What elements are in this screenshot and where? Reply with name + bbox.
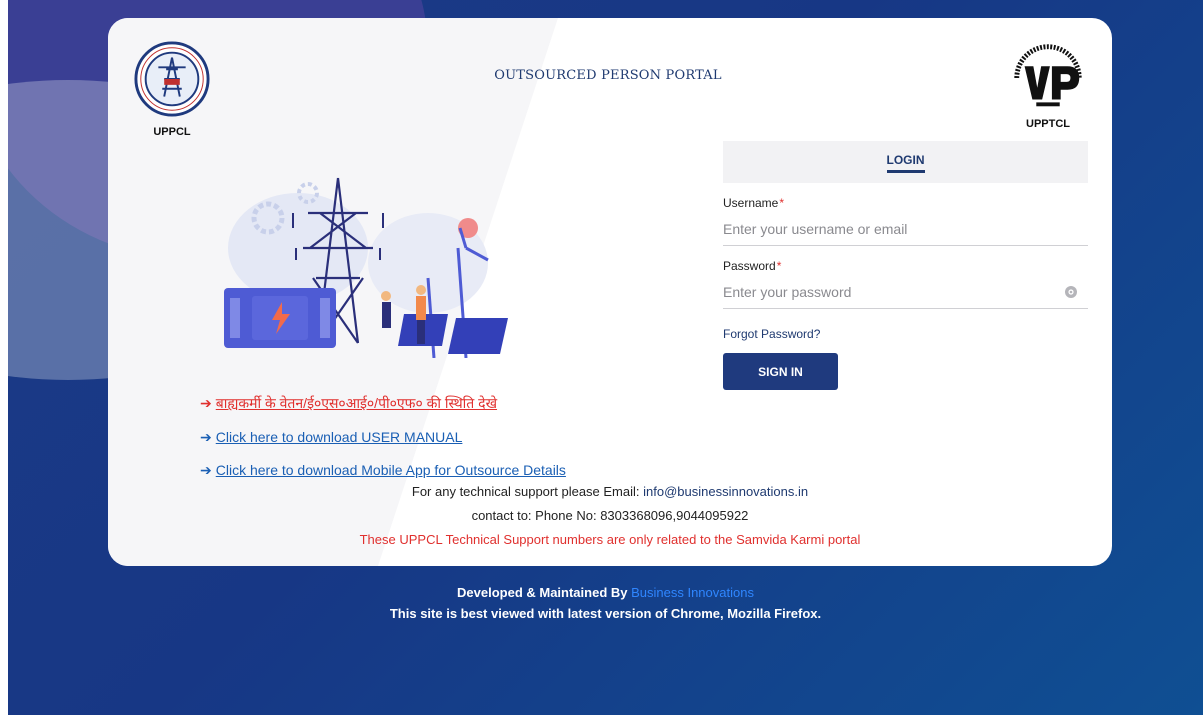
username-field-wrapper xyxy=(723,214,1088,246)
upptcl-logo: UPPTCL xyxy=(1006,44,1090,130)
support-email-line: For any technical support please Email: … xyxy=(108,484,1112,499)
mobile-app-link[interactable]: ➔ Click here to download Mobile App for O… xyxy=(200,462,566,479)
tab-login[interactable]: LOGIN xyxy=(723,141,1088,183)
footer-developed-prefix: Developed & Maintained By xyxy=(457,585,632,600)
password-field-wrapper xyxy=(723,277,1088,309)
username-input[interactable] xyxy=(723,214,1088,244)
arrow-right-icon: ➔ xyxy=(200,462,212,478)
required-mark: * xyxy=(776,259,782,273)
username-label-text: Username xyxy=(723,196,779,210)
footer-brand-link[interactable]: Business Innovations xyxy=(631,585,754,600)
support-email-prefix: For any technical support please Email: xyxy=(411,484,644,499)
power-tower-illustration xyxy=(224,177,508,358)
salary-status-link[interactable]: ➔ बाह्यकर्मी के वेतन/ई०एस०आई०/पी०एफ० की स… xyxy=(200,394,566,413)
footer-browser-note: This site is best viewed with latest ver… xyxy=(389,606,822,621)
arrow-right-icon: ➔ xyxy=(200,429,212,445)
support-phone-line: contact to: Phone No: 8303368096,9044095… xyxy=(471,508,749,523)
sign-in-button[interactable]: SIGN IN xyxy=(723,353,838,390)
footer-developed-line: Developed & Maintained By Business Innov… xyxy=(8,585,1203,600)
login-form: LOGIN Username* Password* Forgot Passwor… xyxy=(723,141,1088,390)
support-notice: These UPPCL Technical Support numbers ar… xyxy=(359,532,861,547)
user-manual-link-text: Click here to download USER MANUAL xyxy=(215,429,463,445)
arrow-right-icon: ➔ xyxy=(200,395,212,411)
support-email: info@businessinnovations.in xyxy=(643,484,809,499)
quick-links: ➔ बाह्यकर्मी के वेतन/ई०एस०आई०/पी०एफ० की स… xyxy=(200,394,566,495)
page-title: OUTSOURCED PERSON PORTAL xyxy=(494,68,722,83)
upptcl-emblem xyxy=(1014,44,1082,107)
tab-login-label: LOGIN xyxy=(886,153,925,173)
required-mark: * xyxy=(779,196,785,210)
salary-status-link-text: बाह्यकर्मी के वेतन/ई०एस०आई०/पी०एफ० की स्… xyxy=(215,395,498,411)
upptcl-caption: UPPTCL xyxy=(1026,118,1070,130)
password-label-text: Password xyxy=(723,259,776,273)
password-label: Password* xyxy=(723,259,1088,273)
password-input[interactable] xyxy=(723,277,1088,307)
login-card: UPPCL OUTSOURCED PERSON PORTAL UPPTCL ➔ … xyxy=(108,18,1112,566)
mobile-app-link-text: Click here to download Mobile App for Ou… xyxy=(215,462,566,478)
eye-icon[interactable] xyxy=(1064,285,1078,299)
user-manual-link[interactable]: ➔ Click here to download USER MANUAL xyxy=(200,429,566,446)
username-label: Username* xyxy=(723,196,1088,210)
uppcl-emblem xyxy=(134,41,210,117)
uppcl-caption: UPPCL xyxy=(153,126,191,138)
forgot-password-link[interactable]: Forgot Password? xyxy=(723,327,1088,341)
uppcl-logo: UPPCL xyxy=(132,40,212,138)
